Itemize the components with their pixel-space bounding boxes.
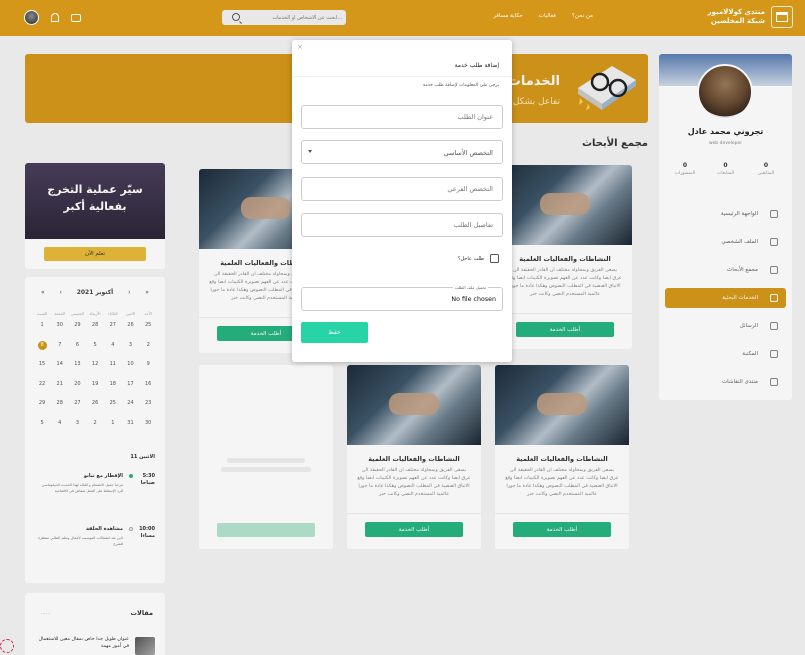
request-file-input[interactable]: تحميل ملف الطلب No file chosen (301, 285, 503, 311)
main-specialty-value: التخصص الأساسي (443, 149, 493, 157)
bell-icon[interactable] (51, 13, 59, 22)
top-nav: من نحن؟ فعاليات حكاية مسافر (493, 13, 593, 19)
chevron-down-icon (308, 150, 312, 153)
request-title-input[interactable] (301, 105, 503, 129)
brand-tagline: شبكة المخلصين (710, 17, 765, 25)
close-icon[interactable]: × (297, 43, 303, 51)
nav-events[interactable]: فعاليات (539, 13, 556, 19)
request-details-input[interactable] (301, 213, 503, 237)
file-input-label: تحميل ملف الطلب (452, 285, 488, 290)
sub-specialty-input[interactable] (301, 177, 503, 201)
nav-about[interactable]: من نحن؟ (572, 13, 593, 19)
nav-traveler-story[interactable]: حكاية مسافر (493, 13, 523, 19)
urgent-request-row: طلب عاجل؟ (458, 254, 499, 263)
save-button[interactable]: حفظ (301, 322, 368, 343)
brand-name: منتدى كولالامبور (707, 8, 765, 16)
main-specialty-select[interactable]: التخصص الأساسي (301, 140, 503, 164)
search-box (222, 10, 346, 25)
search-input[interactable] (246, 12, 342, 23)
add-service-request-modal: × إضافة طلب خدمة يرجى ملئ المعلومات لإضا… (292, 40, 512, 362)
brand[interactable]: منتدى كولالامبور شبكة المخلصين (708, 6, 793, 28)
file-status: No file chosen (451, 296, 496, 303)
search-icon[interactable] (232, 13, 240, 21)
urgent-request-checkbox[interactable] (490, 254, 499, 263)
modal-subtitle: يرجى ملئ المعلومات لإضافة طلب خدمة (422, 83, 499, 88)
user-avatar[interactable] (24, 10, 39, 25)
modal-title: إضافة طلب خدمة (454, 62, 499, 69)
chat-icon[interactable] (71, 13, 81, 22)
top-bar: منتدى كولالامبور شبكة المخلصين من نحن؟ ف… (0, 0, 805, 36)
brand-logo-icon (771, 6, 793, 28)
urgent-request-label: طلب عاجل؟ (457, 255, 484, 262)
top-icons (24, 10, 81, 25)
